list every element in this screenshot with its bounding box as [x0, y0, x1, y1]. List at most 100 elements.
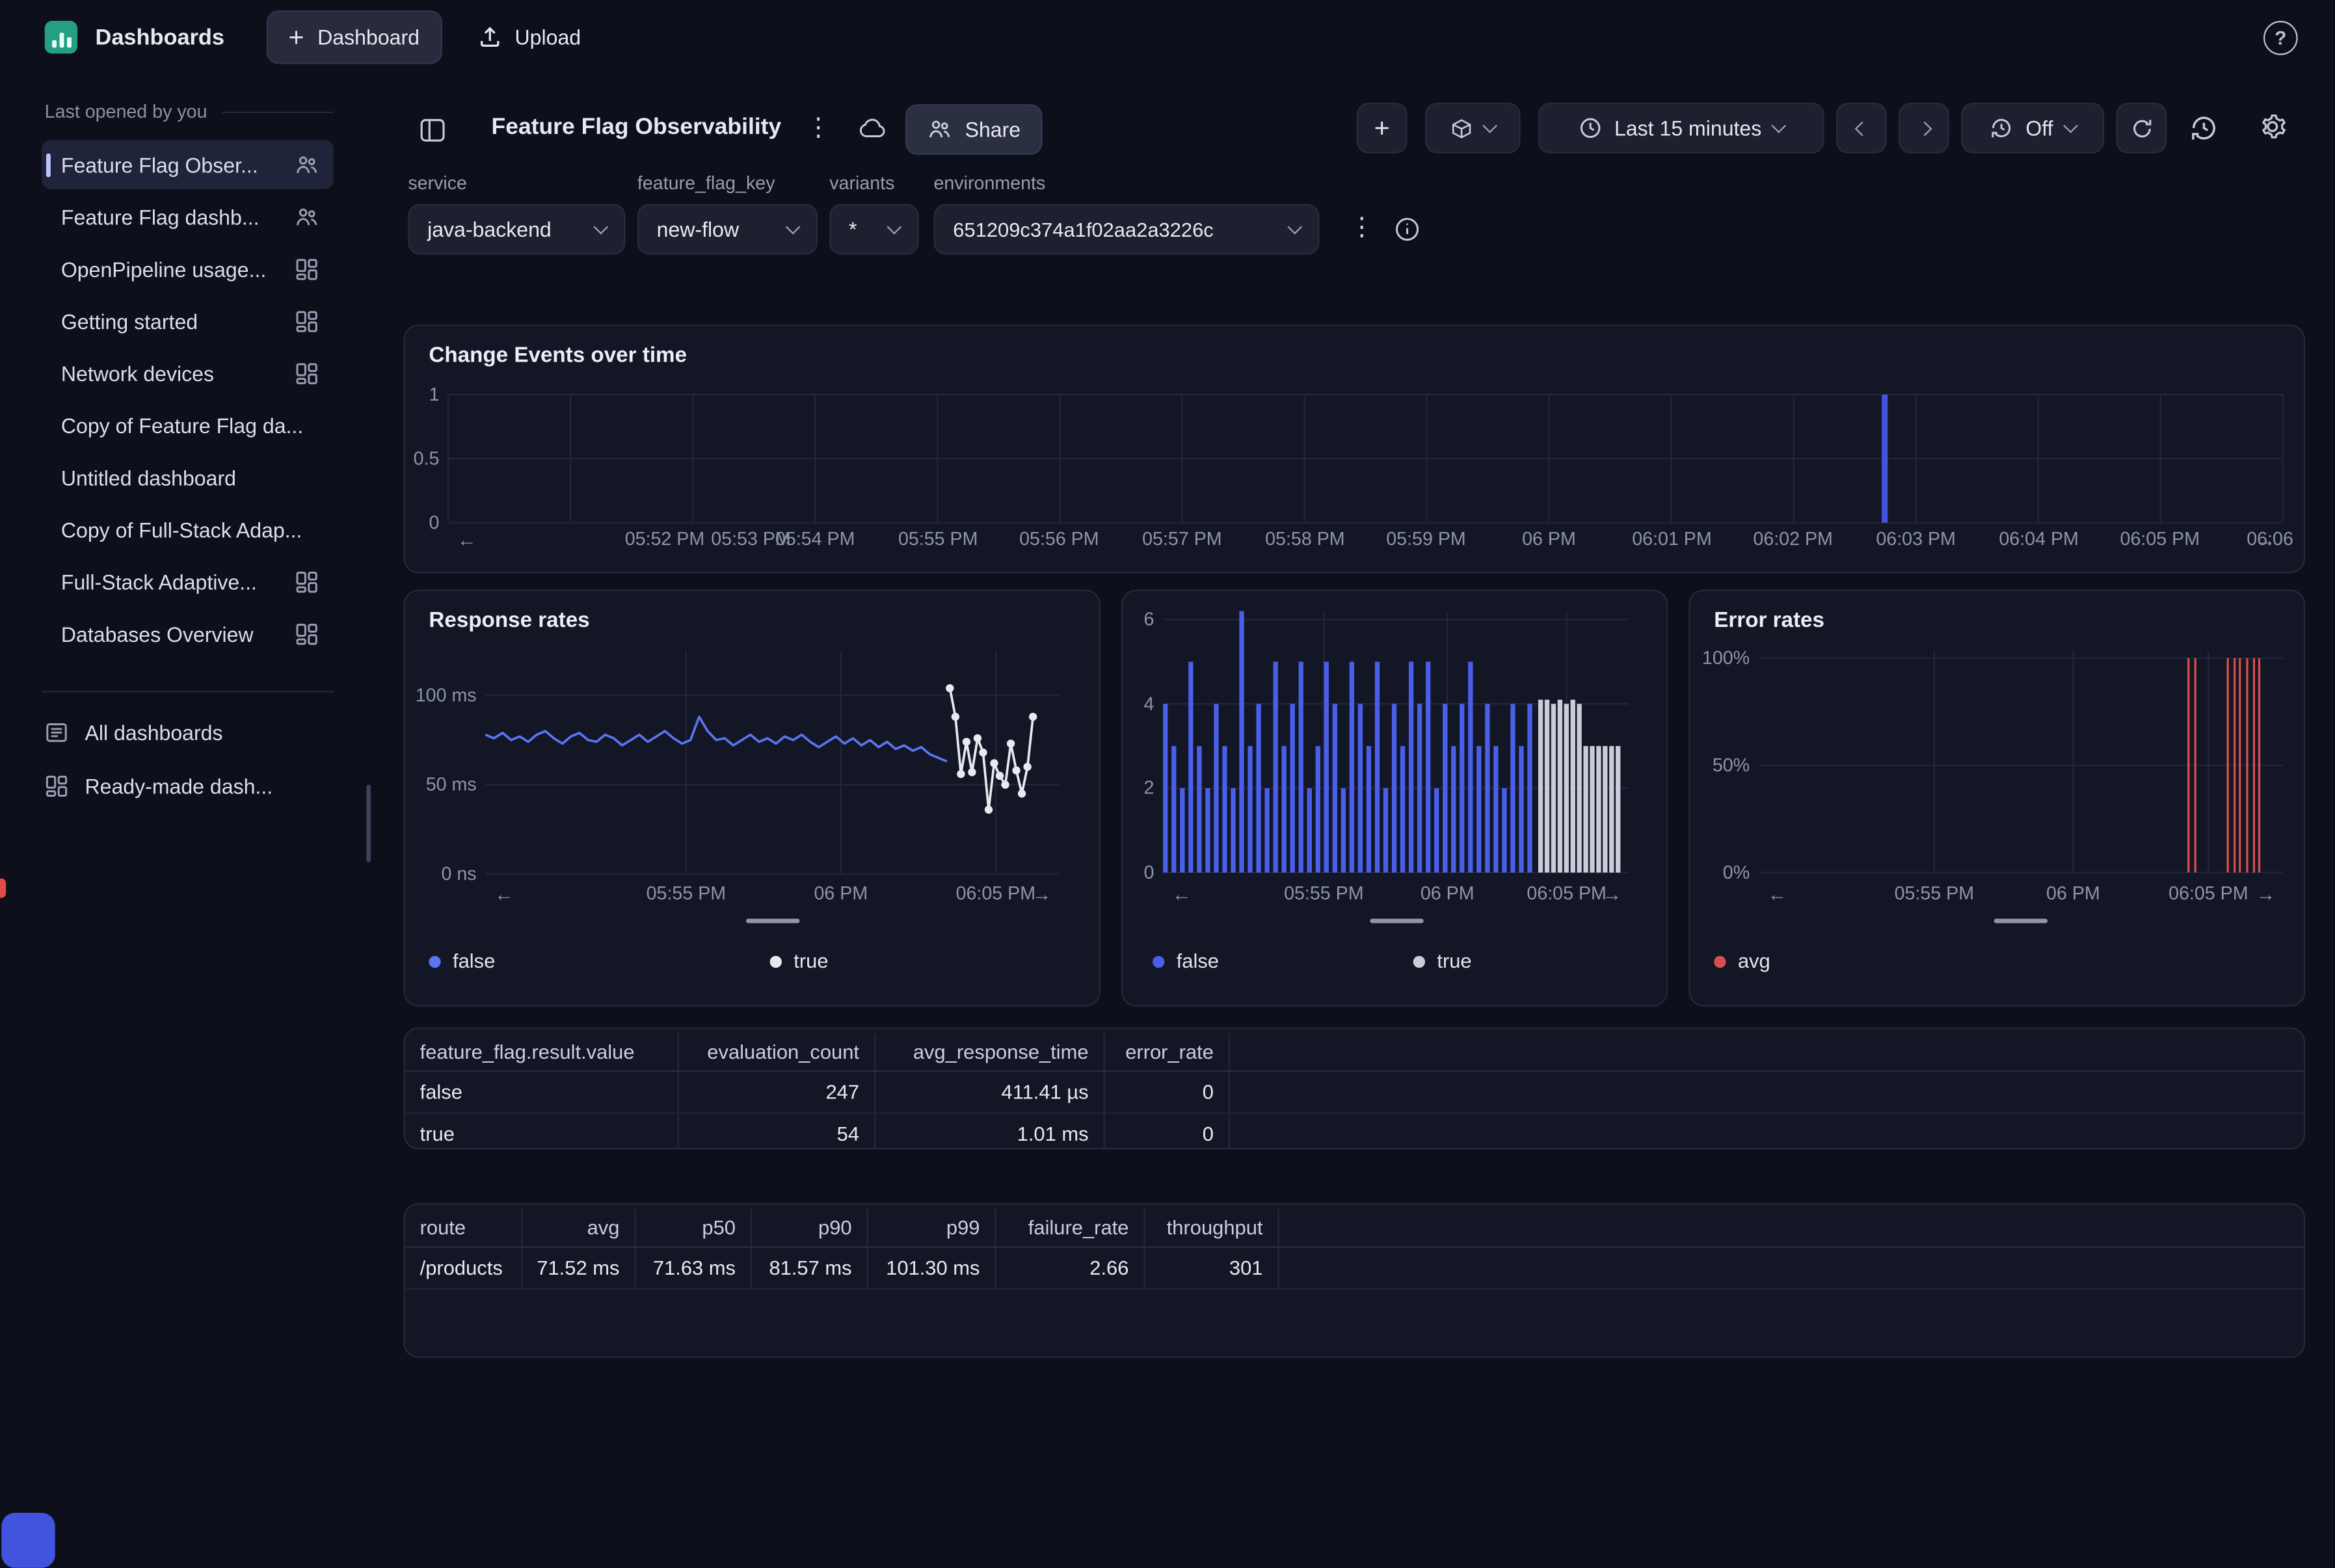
pan-left-icon[interactable]: ←: [1172, 883, 1192, 905]
zoom-indicator[interactable]: [745, 919, 799, 924]
info-icon[interactable]: [1394, 216, 1421, 243]
environments-dropdown[interactable]: 651209c374a1f02aa2a3226c: [934, 204, 1320, 255]
people-icon: [295, 205, 319, 229]
sidebar-footer-item[interactable]: Ready-made dash...: [45, 764, 334, 809]
y-axis-tick: 100 ms: [416, 685, 477, 706]
add-panel-button[interactable]: +: [1357, 103, 1408, 153]
column-header[interactable]: failure_rate: [996, 1209, 1145, 1246]
sidebar-item[interactable]: Feature Flag Obser...: [42, 140, 334, 189]
column-header[interactable]: feature_flag.result.value: [405, 1033, 679, 1070]
column-header[interactable]: route: [405, 1209, 523, 1246]
new-dashboard-button[interactable]: + Dashboard: [266, 10, 442, 64]
sidebar-item[interactable]: Full-Stack Adaptive...: [42, 557, 334, 606]
column-header[interactable]: p99: [868, 1209, 996, 1246]
legend-item[interactable]: true: [770, 950, 829, 972]
legend-item[interactable]: false: [429, 950, 495, 972]
column-header[interactable]: throughput: [1145, 1209, 1279, 1246]
legend-item[interactable]: avg: [1714, 950, 1770, 972]
series-bar: [1519, 746, 1523, 872]
x-axis-tick: 06:04 PM: [1999, 529, 2079, 550]
legend-dot: [1153, 955, 1164, 967]
upload-button[interactable]: Upload: [457, 12, 602, 62]
refresh-button[interactable]: [2116, 103, 2167, 153]
pan-left-icon[interactable]: ←: [1768, 883, 1787, 905]
column-header[interactable]: avg: [523, 1209, 636, 1246]
cloud-sync-icon[interactable]: [858, 118, 888, 139]
x-axis-tick: 06 PM: [1522, 529, 1576, 550]
zoom-indicator[interactable]: [1994, 919, 2048, 924]
evaluations-chart[interactable]: 642005:55 PM06 PM06:05 PM←→falsetrue: [1123, 591, 1666, 1005]
nav-dashboards[interactable]: Dashboards: [96, 25, 225, 50]
column-header[interactable]: error_rate: [1105, 1033, 1230, 1070]
legend-item[interactable]: true: [1413, 950, 1472, 972]
sidebar-item[interactable]: Feature Flag dashb...: [42, 192, 334, 241]
auto-refresh-dropdown[interactable]: Off: [1961, 103, 2104, 153]
app-logo-icon[interactable]: [45, 21, 77, 53]
service-dropdown[interactable]: java-backend: [408, 204, 625, 255]
history-icon[interactable]: [2189, 113, 2219, 143]
series-bar: [1558, 700, 1562, 873]
dashboard-menu-icon[interactable]: ⋮: [806, 113, 831, 143]
share-button[interactable]: Share: [905, 104, 1043, 155]
sidebar-item[interactable]: OpenPipeline usage...: [42, 244, 334, 293]
panel-title: Error rates: [1714, 609, 1824, 633]
collapse-sidebar-icon[interactable]: [418, 116, 447, 145]
series-bar: [1616, 746, 1620, 872]
sidebar-item[interactable]: Getting started: [42, 297, 334, 346]
series-bar: [1383, 788, 1388, 873]
response-rates-chart[interactable]: 100 ms50 ms0 ns05:55 PM06 PM06:05 PM←→fa…: [405, 591, 1099, 1005]
scrollbar[interactable]: [366, 785, 371, 862]
pan-right-icon[interactable]: →: [1603, 883, 1622, 905]
feature-flag-key-dropdown[interactable]: new-flow: [637, 204, 818, 255]
sidebar: Last opened by you Feature Flag Obser...…: [0, 74, 372, 1567]
help-icon[interactable]: ?: [2263, 20, 2298, 55]
notification-marker: [0, 879, 6, 898]
legend-label: false: [1177, 950, 1219, 972]
column-header[interactable]: avg_response_time: [875, 1033, 1105, 1070]
zoom-indicator[interactable]: [1369, 919, 1422, 924]
chevron-down-icon: [1287, 220, 1302, 235]
auto-refresh-label: Off: [2025, 116, 2053, 140]
change-events-chart[interactable]: 10.5005:52 PM05:53 PM05:54 PM05:55 PM05:…: [405, 326, 2304, 572]
sidebar-item[interactable]: Network devices: [42, 349, 334, 398]
clock-refresh-icon: [1990, 116, 2014, 140]
table-row[interactable]: /products71.52 ms71.63 ms81.57 ms101.30 …: [405, 1248, 2304, 1290]
pan-right-icon[interactable]: →: [2256, 529, 2276, 551]
pan-left-icon[interactable]: ←: [457, 529, 477, 551]
data-point: [996, 772, 1004, 780]
sidebar-item[interactable]: Databases Overview: [42, 609, 334, 658]
x-axis-tick: 06:05 PM: [2168, 883, 2248, 904]
time-range-dropdown[interactable]: Last 15 minutes: [1538, 103, 1824, 153]
data-point: [963, 737, 970, 745]
pan-left-icon[interactable]: ←: [494, 883, 514, 905]
column-header[interactable]: p50: [636, 1209, 753, 1246]
pan-right-icon[interactable]: →: [1032, 883, 1052, 905]
series-bar: [1316, 746, 1320, 872]
sidebar-item[interactable]: Copy of Full-Stack Adap...: [42, 505, 334, 554]
plus-icon: +: [288, 24, 304, 51]
error-rates-chart[interactable]: 100%50%0%05:55 PM06 PM06:05 PM←→avg: [1690, 591, 2304, 1005]
chat-widget[interactable]: [1, 1513, 55, 1568]
series-bar: [1392, 704, 1396, 872]
series-bar: [1180, 788, 1184, 873]
series-bar: [1264, 788, 1269, 873]
x-axis-tick: 06:03 PM: [1876, 529, 1956, 550]
pan-right-icon[interactable]: →: [2256, 883, 2276, 905]
dataset-dropdown[interactable]: [1425, 103, 1521, 153]
sidebar-item[interactable]: Untitled dashboard: [42, 453, 334, 502]
time-back-button[interactable]: [1836, 103, 1887, 153]
grid-icon: [295, 622, 319, 646]
table-cell: 1.01 ms: [875, 1114, 1105, 1150]
data-point: [990, 759, 998, 767]
filters-menu-icon[interactable]: ⋮: [1349, 213, 1374, 243]
variants-dropdown[interactable]: *: [829, 204, 918, 255]
settings-gear-icon[interactable]: [2258, 112, 2288, 142]
column-header[interactable]: evaluation_count: [679, 1033, 875, 1070]
time-forward-button[interactable]: [1899, 103, 1949, 153]
table-row[interactable]: false247411.41 µs0: [405, 1072, 2304, 1113]
column-header[interactable]: p90: [752, 1209, 868, 1246]
table-row[interactable]: true541.01 ms0: [405, 1114, 2304, 1150]
sidebar-footer-item[interactable]: All dashboards: [45, 710, 334, 755]
legend-item[interactable]: false: [1153, 950, 1219, 972]
sidebar-item[interactable]: Copy of Feature Flag da...: [42, 401, 334, 450]
